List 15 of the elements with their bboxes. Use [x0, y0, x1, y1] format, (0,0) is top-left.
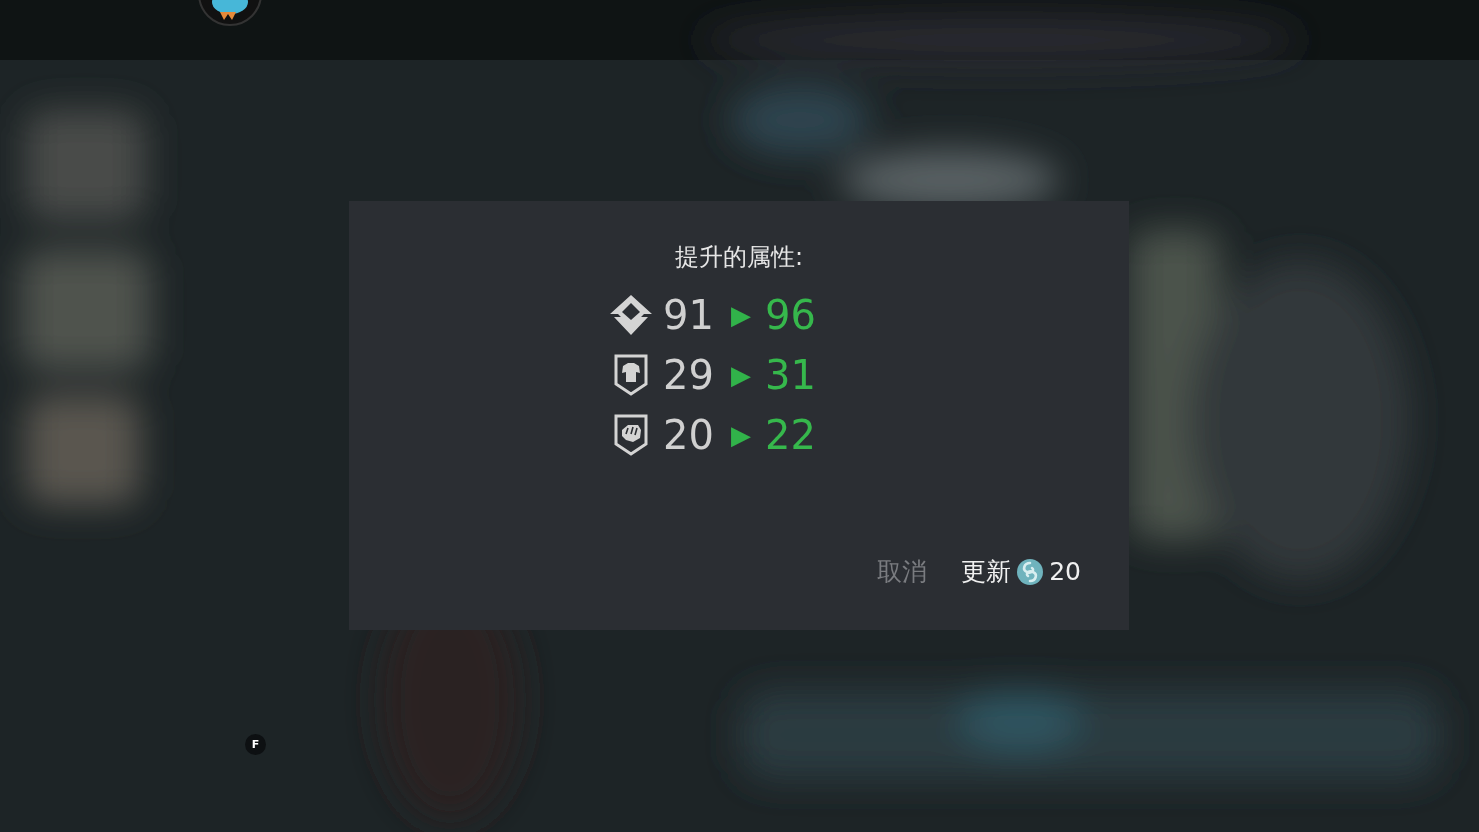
arrow-icon: ▶ [731, 360, 752, 390]
current-value: 91 [663, 292, 715, 338]
dialog-title: 提升的属性: [673, 242, 805, 273]
armor-shield-icon [614, 354, 649, 396]
current-value: 20 [663, 412, 715, 458]
fist-shield-icon [614, 414, 649, 456]
upgraded-value: 31 [765, 352, 816, 398]
current-value: 29 [663, 352, 715, 398]
arrow-icon: ▶ [731, 300, 752, 330]
upgraded-value: 96 [765, 292, 816, 338]
upgraded-value: 22 [765, 412, 816, 458]
diamond-emblem-icon [610, 295, 653, 335]
update-button[interactable]: 更新 20 [961, 553, 1081, 590]
arrow-icon: ▶ [731, 420, 752, 450]
swirl-orb-icon [1017, 558, 1044, 585]
